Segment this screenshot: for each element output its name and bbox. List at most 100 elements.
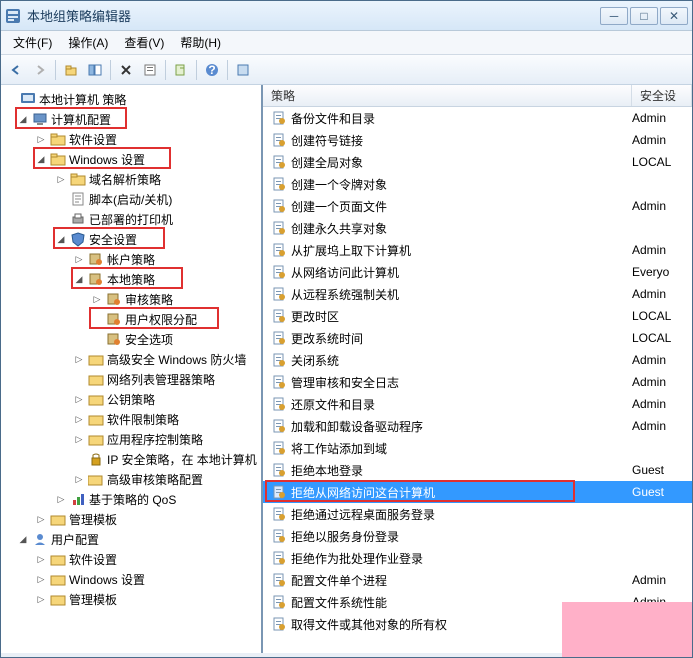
policy-icon: [106, 311, 122, 327]
expander-icon[interactable]: ◢: [55, 233, 67, 245]
list-row[interactable]: 创建永久共享对象: [263, 217, 692, 239]
toolbar-separator: [110, 60, 111, 80]
expander-icon[interactable]: ▷: [73, 433, 85, 445]
folder-icon: [50, 551, 66, 567]
tree-qos[interactable]: ▷基于策略的 QoS: [1, 489, 261, 509]
export-button[interactable]: [170, 59, 192, 81]
delete-button[interactable]: [115, 59, 137, 81]
maximize-button[interactable]: □: [630, 7, 658, 25]
refresh-button[interactable]: [232, 59, 254, 81]
expander-icon[interactable]: ◢: [17, 533, 29, 545]
tree-security-settings[interactable]: ◢安全设置: [1, 229, 261, 249]
list-row[interactable]: 加载和卸载设备驱动程序Admin: [263, 415, 692, 437]
tree-ip-security[interactable]: IP 安全策略，在 本地计算机: [1, 449, 261, 469]
tree-network-list[interactable]: 网络列表管理器策略: [1, 369, 261, 389]
tree-app-control[interactable]: ▷应用程序控制策略: [1, 429, 261, 449]
list-row[interactable]: 拒绝从网络访问这台计算机Guest: [263, 481, 692, 503]
list-row[interactable]: 关闭系统Admin: [263, 349, 692, 371]
expander-icon[interactable]: ▷: [35, 573, 47, 585]
list-row[interactable]: 从扩展坞上取下计算机Admin: [263, 239, 692, 261]
policy-name: 拒绝以服务身份登录: [291, 528, 632, 545]
policy-setting: Admin: [632, 199, 692, 213]
policy-item-icon: [271, 308, 287, 324]
expander-icon[interactable]: ▷: [73, 253, 85, 265]
expander-icon[interactable]: ▷: [35, 513, 47, 525]
tree-computer-config[interactable]: ◢计算机配置: [1, 109, 261, 129]
list-row[interactable]: 配置文件单个进程Admin: [263, 569, 692, 591]
expander-icon[interactable]: ▷: [35, 553, 47, 565]
menu-help[interactable]: 帮助(H): [172, 31, 229, 54]
tree-admin-templates[interactable]: ▷管理模板: [1, 509, 261, 529]
back-button[interactable]: [5, 59, 27, 81]
menu-file[interactable]: 文件(F): [5, 31, 60, 54]
expander-icon[interactable]: ◢: [35, 153, 47, 165]
tree-local-policies[interactable]: ◢本地策略: [1, 269, 261, 289]
up-button[interactable]: [60, 59, 82, 81]
list-body[interactable]: 备份文件和目录Admin创建符号链接Admin创建全局对象LOCAL创建一个令牌…: [263, 107, 692, 653]
list-row[interactable]: 备份文件和目录Admin: [263, 107, 692, 129]
list-row[interactable]: 从远程系统强制关机Admin: [263, 283, 692, 305]
list-row[interactable]: 创建全局对象LOCAL: [263, 151, 692, 173]
tree-label: 用户权限分配: [125, 311, 197, 328]
expander-icon[interactable]: ▷: [55, 173, 67, 185]
tree-advanced-audit[interactable]: ▷高级审核策略配置: [1, 469, 261, 489]
tree-u-windows[interactable]: ▷Windows 设置: [1, 569, 261, 589]
tree-u-software[interactable]: ▷软件设置: [1, 549, 261, 569]
tree-printers[interactable]: 已部署的打印机: [1, 209, 261, 229]
list-row[interactable]: 从网络访问此计算机Everyo: [263, 261, 692, 283]
minimize-button[interactable]: ─: [600, 7, 628, 25]
list-row[interactable]: 拒绝通过远程桌面服务登录: [263, 503, 692, 525]
expander-icon[interactable]: ▷: [73, 413, 85, 425]
expander-icon[interactable]: ▷: [73, 353, 85, 365]
list-row[interactable]: 创建符号链接Admin: [263, 129, 692, 151]
show-hide-button[interactable]: [84, 59, 106, 81]
list-row[interactable]: 管理审核和安全日志Admin: [263, 371, 692, 393]
tree-firewall[interactable]: ▷高级安全 Windows 防火墙: [1, 349, 261, 369]
help-button[interactable]: ?: [201, 59, 223, 81]
expander-icon[interactable]: ▷: [35, 133, 47, 145]
list-row[interactable]: 将工作站添加到域: [263, 437, 692, 459]
tree-pane[interactable]: 本地计算机 策略 ◢计算机配置 ▷软件设置 ◢Windows 设置 ▷域名解析策…: [1, 85, 263, 653]
properties-button[interactable]: [139, 59, 161, 81]
tree-security-options[interactable]: 安全选项: [1, 329, 261, 349]
tree-scripts[interactable]: 脚本(启动/关机): [1, 189, 261, 209]
tree-software-settings[interactable]: ▷软件设置: [1, 129, 261, 149]
list-row[interactable]: 更改系统时间LOCAL: [263, 327, 692, 349]
folder-icon: [88, 391, 104, 407]
tree-public-key[interactable]: ▷公钥策略: [1, 389, 261, 409]
expander-icon[interactable]: ▷: [73, 473, 85, 485]
list-row[interactable]: 拒绝本地登录Guest: [263, 459, 692, 481]
tree-account-policies[interactable]: ▷帐户策略: [1, 249, 261, 269]
menu-view[interactable]: 查看(V): [116, 31, 172, 54]
tree-u-admin[interactable]: ▷管理模板: [1, 589, 261, 609]
list-row[interactable]: 拒绝以服务身份登录: [263, 525, 692, 547]
tree-root[interactable]: 本地计算机 策略: [1, 89, 261, 109]
policy-item-icon: [271, 616, 287, 632]
list-row[interactable]: 更改时区LOCAL: [263, 305, 692, 327]
policy-name: 更改系统时间: [291, 330, 632, 347]
expander-icon[interactable]: ▷: [73, 393, 85, 405]
tree-dns-policy[interactable]: ▷域名解析策略: [1, 169, 261, 189]
tree-user-config[interactable]: ◢用户配置: [1, 529, 261, 549]
expander-icon[interactable]: [5, 93, 17, 105]
policy-item-icon: [271, 594, 287, 610]
expander-icon[interactable]: ▷: [35, 593, 47, 605]
column-policy[interactable]: 策略: [263, 85, 632, 106]
expander-icon[interactable]: ◢: [73, 273, 85, 285]
tree-user-rights[interactable]: 用户权限分配: [1, 309, 261, 329]
list-row[interactable]: 拒绝作为批处理作业登录: [263, 547, 692, 569]
tree-audit-policy[interactable]: ▷审核策略: [1, 289, 261, 309]
forward-button[interactable]: [29, 59, 51, 81]
tree-software-restriction[interactable]: ▷软件限制策略: [1, 409, 261, 429]
column-setting[interactable]: 安全设: [632, 85, 692, 106]
close-button[interactable]: ✕: [660, 7, 688, 25]
list-row[interactable]: 创建一个令牌对象: [263, 173, 692, 195]
expander-icon[interactable]: ◢: [17, 113, 29, 125]
tree-windows-settings[interactable]: ◢Windows 设置: [1, 149, 261, 169]
list-row[interactable]: 创建一个页面文件Admin: [263, 195, 692, 217]
policy-name: 从网络访问此计算机: [291, 264, 632, 281]
menu-action[interactable]: 操作(A): [60, 31, 116, 54]
list-row[interactable]: 还原文件和目录Admin: [263, 393, 692, 415]
expander-icon[interactable]: ▷: [55, 493, 67, 505]
expander-icon[interactable]: ▷: [91, 293, 103, 305]
